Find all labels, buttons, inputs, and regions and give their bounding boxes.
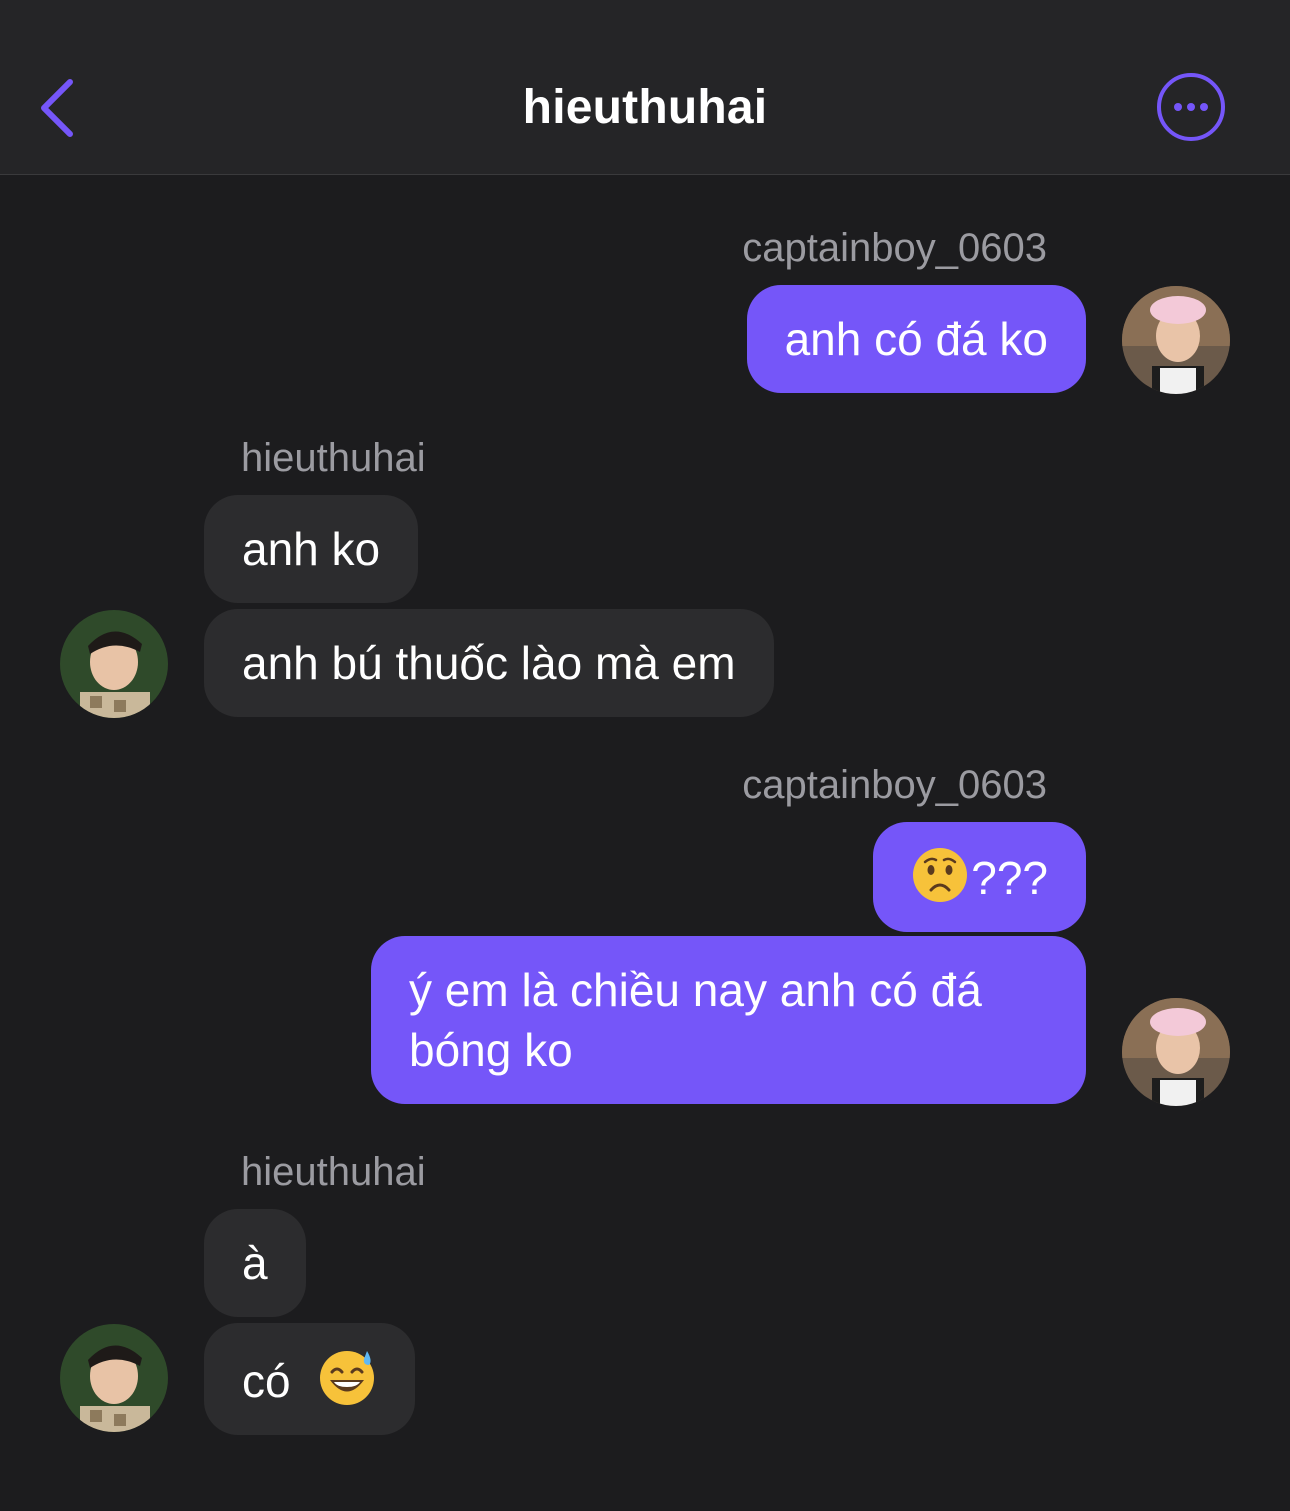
message-bubble[interactable]: anh có đá ko <box>746 285 1086 393</box>
message-bubble[interactable]: ??? <box>873 822 1086 932</box>
user-avatar-image <box>1122 286 1230 394</box>
sender-name: captainboy_0603 <box>742 763 1047 807</box>
avatar[interactable] <box>1122 286 1230 394</box>
message-bubble[interactable]: anh bú thuốc lào mà em <box>204 609 774 717</box>
message-bubble[interactable]: à <box>204 1209 306 1317</box>
sender-name: hieuthuhai <box>241 436 426 480</box>
grinning-sweat-emoji <box>320 1351 375 1405</box>
message-text: ý em là chiều nay anh có đá <box>409 964 982 1016</box>
contact-avatar-image <box>60 1324 168 1432</box>
more-options-button[interactable] <box>1156 72 1226 142</box>
message-text: anh ko <box>242 523 381 575</box>
message-bubble[interactable]: anh ko <box>204 495 419 603</box>
chat-title: hieuthuhai <box>522 81 768 134</box>
avatar[interactable] <box>60 1324 168 1432</box>
worried-face-emoji <box>913 848 968 902</box>
message-text: anh bú thuốc lào mà em <box>242 637 736 689</box>
ellipsis-circle-icon <box>1157 73 1225 141</box>
message-bubble[interactable]: có <box>204 1323 416 1435</box>
sender-name: captainboy_0603 <box>742 226 1047 270</box>
message-text: ??? <box>971 852 1048 904</box>
chat-header: hieuthuhai <box>0 0 1290 175</box>
avatar[interactable] <box>60 610 168 718</box>
message-bubble[interactable]: ý em là chiều nay anh có đá bóng ko <box>371 936 1086 1104</box>
avatar[interactable] <box>1122 998 1230 1106</box>
sender-name: hieuthuhai <box>241 1150 426 1194</box>
user-avatar-image <box>1122 998 1230 1106</box>
message-text: bóng ko <box>409 1024 573 1076</box>
message-text: anh có đá ko <box>784 313 1048 365</box>
contact-avatar-image <box>60 610 168 718</box>
message-text: có <box>242 1355 291 1407</box>
message-text: à <box>242 1237 268 1289</box>
